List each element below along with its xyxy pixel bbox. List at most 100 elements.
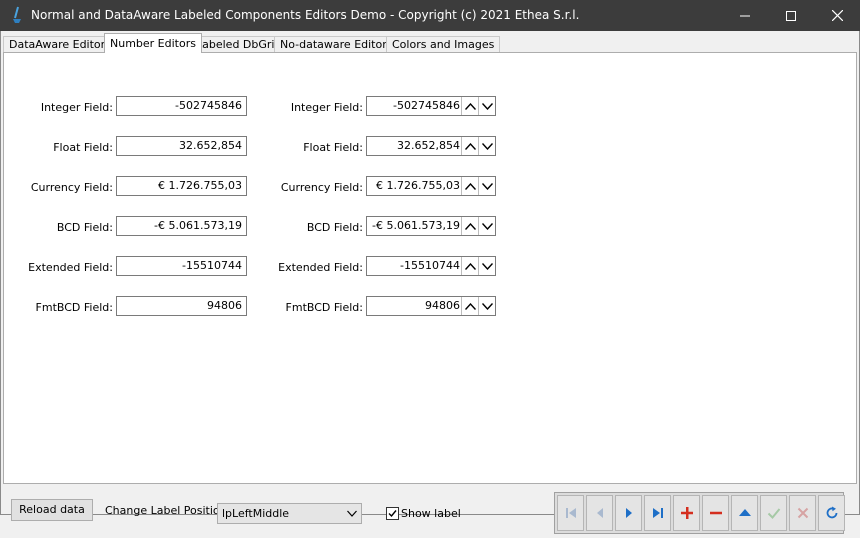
fmtbcd-field-label: FmtBCD Field: (35, 301, 113, 314)
show-label-checkbox[interactable] (386, 507, 399, 520)
spin-up-button[interactable] (461, 177, 479, 195)
currency-field-input[interactable]: € 1.726.755,03 (116, 176, 247, 196)
spin-up-button[interactable] (461, 257, 479, 275)
app-icon (13, 6, 21, 23)
spin-down-button[interactable] (478, 97, 496, 115)
prior-record-icon (596, 508, 603, 518)
next-record-button[interactable] (615, 495, 642, 531)
close-button[interactable] (814, 0, 860, 31)
currency-spin-edit[interactable]: € 1.726.755,03 (366, 176, 496, 196)
spin-up-button[interactable] (461, 97, 479, 115)
chevron-down-icon (482, 262, 493, 270)
label-position-select[interactable]: lpLeftMiddle (217, 503, 362, 524)
integer-spin-value: -502745846 (393, 99, 460, 112)
fmtbcd-spin-edit[interactable]: 94806 (366, 296, 496, 316)
spin-up-button[interactable] (461, 217, 479, 235)
change-label-position-label: Change Label Position: (105, 504, 231, 517)
chevron-up-icon (465, 182, 476, 190)
tab-no-dataware-editors[interactable]: No-dataware Editors (274, 36, 399, 53)
chevron-down-icon (482, 102, 493, 110)
chevron-up-icon (465, 102, 476, 110)
first-record-icon (565, 508, 576, 518)
number-editors-page: Integer Field: -502745846 Float Field: 3… (3, 52, 857, 484)
delete-record-icon (709, 511, 722, 515)
spin-up-button[interactable] (461, 137, 479, 155)
chevron-up-icon (465, 262, 476, 270)
bcd-spin-value: -€ 5.061.573,19 (372, 219, 460, 232)
show-label-text: Show label (401, 507, 461, 520)
float-field-label: Float Field: (53, 141, 113, 154)
extended-spin-label: Extended Field: (278, 261, 363, 274)
chevron-up-icon (465, 142, 476, 150)
delete-record-button[interactable] (702, 495, 729, 531)
post-record-icon (767, 508, 780, 519)
checkmark-icon (388, 510, 397, 518)
tab-colors-and-images[interactable]: Colors and Images (386, 36, 501, 53)
currency-spin-label: Currency Field: (280, 181, 363, 194)
bcd-spin-label: BCD Field: (306, 221, 363, 234)
currency-spin-value: € 1.726.755,03 (376, 179, 460, 192)
float-spin-edit[interactable]: 32.652,854 (366, 136, 496, 156)
cancel-record-button[interactable] (789, 495, 816, 531)
currency-field-label: Currency Field: (30, 181, 113, 194)
reload-data-button[interactable]: Reload data (11, 499, 93, 521)
next-record-icon (625, 508, 632, 518)
tab-number-editors[interactable]: Number Editors (104, 33, 202, 53)
float-field-input[interactable]: 32.652,854 (116, 136, 247, 156)
extended-field-label: Extended Field: (28, 261, 113, 274)
last-record-button[interactable] (644, 495, 671, 531)
chevron-down-icon (482, 302, 493, 310)
cancel-record-icon (797, 507, 808, 519)
minimize-button[interactable] (722, 0, 768, 31)
insert-record-button[interactable] (673, 495, 700, 531)
first-record-button[interactable] (557, 495, 584, 531)
chevron-down-icon (347, 510, 357, 517)
float-spin-label: Float Field: (303, 141, 363, 154)
bcd-field-input[interactable]: -€ 5.061.573,19 (116, 216, 247, 236)
db-navigator (554, 492, 845, 534)
maximize-button[interactable] (768, 0, 814, 31)
insert-record-icon (680, 507, 693, 519)
bcd-spin-edit[interactable]: -€ 5.061.573,19 (366, 216, 496, 236)
main-window: DataAware Editors Number Editors Labeled… (0, 31, 860, 534)
spin-down-button[interactable] (478, 257, 496, 275)
edit-record-icon (738, 509, 751, 516)
post-record-button[interactable] (760, 495, 787, 531)
chevron-up-icon (465, 302, 476, 310)
extended-field-input[interactable]: -15510744 (116, 256, 247, 276)
fmtbcd-spin-label: FmtBCD Field: (285, 301, 363, 314)
fmtbcd-spin-value: 94806 (425, 299, 460, 312)
bottom-panel: Reload data Change Label Position: lpLef… (3, 487, 857, 538)
title-bar: Normal and DataAware Labeled Components … (0, 0, 860, 31)
tab-labeled-dbgrid[interactable]: Labeled DbGrid (190, 36, 288, 53)
prior-record-button[interactable] (586, 495, 613, 531)
integer-field-input[interactable]: -502745846 (116, 96, 247, 116)
integer-field-label: Integer Field: (40, 101, 113, 114)
edit-record-button[interactable] (731, 495, 758, 531)
integer-spin-edit[interactable]: -502745846 (366, 96, 496, 116)
window-title: Normal and DataAware Labeled Components … (31, 8, 580, 22)
spin-down-button[interactable] (478, 297, 496, 315)
refresh-records-icon (826, 506, 837, 519)
float-spin-value: 32.652,854 (397, 139, 460, 152)
spin-up-button[interactable] (461, 297, 479, 315)
bcd-field-label: BCD Field: (56, 221, 113, 234)
fmtbcd-field-input[interactable]: 94806 (116, 296, 247, 316)
refresh-records-button[interactable] (818, 495, 845, 531)
chevron-down-icon (482, 182, 493, 190)
spin-down-button[interactable] (478, 217, 496, 235)
close-icon (831, 10, 843, 21)
extended-spin-edit[interactable]: -15510744 (366, 256, 496, 276)
chevron-down-icon (482, 142, 493, 150)
spin-down-button[interactable] (478, 137, 496, 155)
chevron-up-icon (465, 222, 476, 230)
spin-down-button[interactable] (478, 177, 496, 195)
integer-spin-label: Integer Field: (290, 101, 363, 114)
maximize-icon (786, 10, 796, 21)
chevron-down-icon (482, 222, 493, 230)
tab-dataaware-editors[interactable]: DataAware Editors (3, 36, 117, 53)
extended-spin-value: -15510744 (400, 259, 460, 272)
label-position-value: lpLeftMiddle (222, 507, 290, 520)
last-record-icon (652, 508, 663, 518)
minimize-icon (740, 15, 750, 16)
